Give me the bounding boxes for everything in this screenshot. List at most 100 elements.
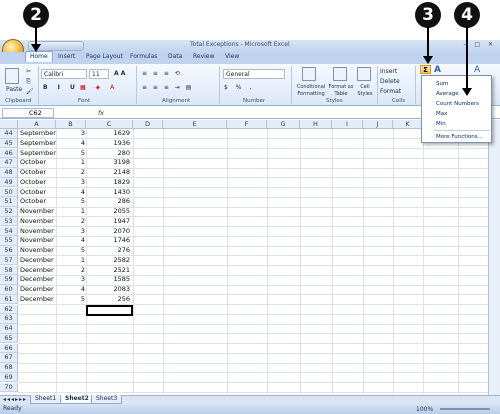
- row-header[interactable]: 66: [0, 343, 18, 353]
- row-header[interactable]: 62: [0, 304, 18, 314]
- tab-view[interactable]: View: [225, 53, 239, 60]
- font-style-buttons[interactable]: B I U: [43, 84, 79, 91]
- format-as-table-icon[interactable]: [333, 67, 347, 81]
- cell-week[interactable]: 2: [56, 266, 85, 276]
- column-header[interactable]: B: [56, 120, 86, 129]
- cell-week[interactable]: 2: [56, 217, 85, 227]
- insert-function-icon[interactable]: fx: [98, 109, 104, 117]
- row-header[interactable]: 69: [0, 372, 18, 383]
- font-size-select[interactable]: 11: [89, 69, 109, 79]
- row-header[interactable]: 56: [0, 246, 18, 256]
- cell-count[interactable]: 2070: [86, 227, 130, 237]
- grow-font-icon[interactable]: A A: [114, 70, 125, 77]
- cell-month[interactable]: [20, 334, 56, 344]
- zoom-level[interactable]: 100%: [416, 406, 433, 413]
- paste-button[interactable]: Paste: [6, 86, 22, 93]
- row-header[interactable]: 53: [0, 216, 18, 227]
- align-top-icons[interactable]: ≡ ≡ ≡ ⟲: [142, 70, 182, 77]
- cell-month[interactable]: [20, 305, 56, 315]
- cell-week[interactable]: 5: [56, 149, 85, 159]
- cell-count[interactable]: [86, 344, 130, 354]
- cell-count[interactable]: 1430: [86, 188, 130, 198]
- format-painter-icon[interactable]: 🖌: [26, 88, 34, 95]
- menu-item-more-functions[interactable]: More Functions...: [436, 134, 483, 140]
- cell-count[interactable]: 1829: [86, 178, 130, 188]
- tab-data[interactable]: Data: [168, 53, 182, 60]
- cell-week[interactable]: 3: [56, 227, 85, 237]
- cell-month[interactable]: [20, 363, 56, 373]
- cell-styles-button[interactable]: Cell Styles: [355, 84, 375, 98]
- row-header[interactable]: 45: [0, 138, 18, 149]
- menu-item-sum[interactable]: Sum: [436, 81, 448, 87]
- cell-month[interactable]: November: [20, 217, 56, 227]
- cell-month[interactable]: November: [20, 207, 56, 217]
- cell-count[interactable]: 2148: [86, 168, 130, 178]
- row-header[interactable]: 54: [0, 226, 18, 236]
- cell-count[interactable]: [86, 324, 130, 334]
- row-header[interactable]: 60: [0, 285, 18, 295]
- row-header[interactable]: 44: [0, 129, 18, 139]
- cell-count[interactable]: 280: [86, 149, 130, 159]
- format-cells-button[interactable]: Format: [380, 88, 401, 95]
- conditional-formatting-icon[interactable]: [302, 67, 316, 81]
- cell-month[interactable]: September: [20, 149, 56, 159]
- row-header[interactable]: 65: [0, 333, 18, 344]
- cell-week[interactable]: 5: [56, 246, 85, 256]
- column-header[interactable]: F: [227, 120, 267, 129]
- cell-count[interactable]: [86, 363, 130, 373]
- cell-count[interactable]: 256: [86, 295, 130, 305]
- conditional-formatting-button[interactable]: Conditional Formatting: [294, 84, 328, 98]
- cell-month[interactable]: [20, 344, 56, 354]
- row-header[interactable]: 49: [0, 177, 18, 188]
- cell-week[interactable]: [56, 363, 85, 373]
- menu-item-count-numbers[interactable]: Count Numbers: [436, 101, 479, 107]
- cell-month[interactable]: October: [20, 188, 56, 198]
- font-color-icons[interactable]: ▦ ◈ A: [80, 84, 118, 91]
- menu-item-average[interactable]: Average: [436, 91, 459, 97]
- row-header[interactable]: 47: [0, 158, 18, 168]
- cell-month[interactable]: October: [20, 197, 56, 207]
- column-header[interactable]: I: [332, 120, 363, 129]
- cell-month[interactable]: November: [20, 227, 56, 237]
- format-as-table-button[interactable]: Format as Table: [328, 84, 354, 98]
- row-header[interactable]: 57: [0, 255, 18, 266]
- paste-icon[interactable]: [5, 68, 19, 84]
- cell-week[interactable]: 5: [56, 197, 85, 207]
- cell-count[interactable]: 1947: [86, 217, 130, 227]
- row-header[interactable]: 50: [0, 187, 18, 197]
- cell-count[interactable]: 1936: [86, 139, 130, 149]
- cell-month[interactable]: December: [20, 285, 56, 295]
- cell-count[interactable]: [86, 334, 130, 344]
- cell-month[interactable]: December: [20, 256, 56, 266]
- cell-month[interactable]: [20, 324, 56, 334]
- column-header[interactable]: E: [163, 120, 227, 129]
- tab-review[interactable]: Review: [193, 53, 214, 60]
- cell-count[interactable]: 276: [86, 246, 130, 256]
- name-box[interactable]: C62: [2, 108, 54, 118]
- cell-week[interactable]: 3: [56, 178, 85, 188]
- cell-month[interactable]: [20, 373, 56, 383]
- cell-month[interactable]: December: [20, 275, 56, 285]
- row-header[interactable]: 46: [0, 148, 18, 158]
- zoom-slider[interactable]: [440, 408, 490, 410]
- cell-week[interactable]: 4: [56, 188, 85, 198]
- cell-month[interactable]: September: [20, 129, 56, 139]
- menu-item-min[interactable]: Min: [436, 121, 446, 127]
- cell-week[interactable]: 5: [56, 295, 85, 305]
- cell-week[interactable]: [56, 324, 85, 334]
- cell-count[interactable]: 2055: [86, 207, 130, 217]
- row-header[interactable]: 61: [0, 294, 18, 305]
- number-format-select[interactable]: General: [223, 69, 285, 79]
- row-header[interactable]: 64: [0, 324, 18, 334]
- row-header[interactable]: 68: [0, 363, 18, 373]
- select-all-corner[interactable]: [0, 120, 18, 129]
- align-left-icons[interactable]: ≡ ≡ ≡ ⇥ ▤: [142, 84, 193, 91]
- active-cell[interactable]: [86, 305, 133, 316]
- cell-month[interactable]: December: [20, 295, 56, 305]
- cell-week[interactable]: 4: [56, 236, 85, 246]
- column-header[interactable]: G: [267, 120, 300, 129]
- cell-week[interactable]: [56, 334, 85, 344]
- cell-week[interactable]: 4: [56, 139, 85, 149]
- column-header[interactable]: D: [133, 120, 163, 129]
- sheet-nav-arrows[interactable]: ◂◂◂▸▸▸: [3, 396, 27, 403]
